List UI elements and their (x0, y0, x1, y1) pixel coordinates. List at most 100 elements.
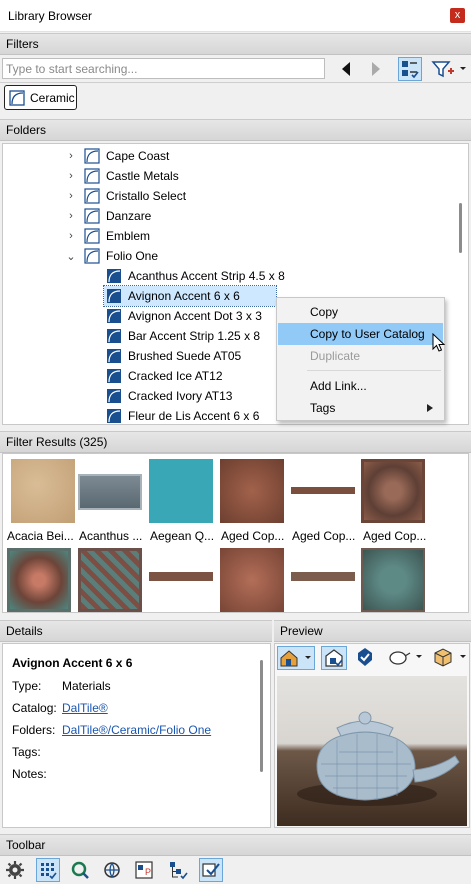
menu-item-add-link[interactable]: Add Link... (278, 375, 443, 397)
sync-globe-icon[interactable] (100, 858, 124, 882)
tree-item-cape-coast[interactable]: › Cape Coast (66, 146, 169, 166)
tree-view-icon[interactable] (166, 858, 190, 882)
result-thumbnail[interactable] (291, 572, 355, 581)
tree-filter-icon[interactable] (398, 57, 422, 81)
result-thumbnail[interactable] (11, 459, 75, 523)
tree-item-label: Cracked Ice AT12 (128, 369, 223, 383)
chevron-right-icon[interactable]: › (66, 190, 76, 202)
result-label: Aegean Q... (150, 529, 215, 543)
submenu-arrow-icon (427, 404, 433, 412)
menu-item-duplicate: Duplicate (310, 349, 361, 363)
close-button[interactable]: x (450, 8, 465, 23)
back-arrow-icon[interactable] (334, 57, 358, 81)
material-icon (107, 349, 121, 363)
forward-arrow-icon[interactable] (364, 57, 388, 81)
grid-view-icon[interactable] (36, 858, 60, 882)
tree-item-label: Brushed Suede AT05 (128, 349, 242, 363)
tree-item-label: Folio One (106, 249, 159, 263)
menu-item-tags[interactable]: Tags (278, 397, 443, 419)
search-input[interactable] (2, 58, 325, 79)
result-label: Aged Cop... (363, 529, 427, 543)
result-thumbnail[interactable] (149, 459, 213, 523)
tile-folder-icon (84, 148, 100, 164)
tree-item-material[interactable]: Bar Accent Strip 1.25 x 8 (106, 326, 260, 346)
bottom-toolbar: P (0, 856, 471, 884)
tree-item-cristallo-select[interactable]: › Cristallo Select (66, 186, 186, 206)
details-catalog-link[interactable]: DalTile® (62, 701, 108, 715)
tree-item-label: Cristallo Select (106, 189, 187, 203)
preview-header[interactable]: Preview (274, 620, 471, 642)
badge-check-icon (358, 648, 372, 666)
result-thumbnail[interactable] (220, 459, 284, 523)
preview-scene-button[interactable] (277, 646, 315, 670)
ceramic-chip-label: Ceramic (30, 90, 75, 105)
settings-gear-icon[interactable] (3, 858, 27, 882)
menu-item-copy-to-user-catalog[interactable]: Copy to User Catalog (278, 323, 443, 345)
details-item-name: Avignon Accent 6 x 6 (12, 656, 133, 670)
material-icon (107, 369, 121, 383)
filters-header[interactable]: Filters (0, 33, 471, 55)
tree-item-material[interactable]: Brushed Suede AT05 (106, 346, 241, 366)
details-header[interactable]: Details (0, 620, 272, 642)
catalog-properties-icon[interactable]: P (132, 858, 156, 882)
tree-item-label: Cape Coast (106, 149, 170, 163)
tree-item-material[interactable]: Fleur de Lis Accent 6 x 6 (106, 406, 260, 424)
chevron-right-icon[interactable]: › (66, 170, 76, 182)
folders-scrollbar[interactable] (459, 203, 462, 253)
details-catalog-key: Catalog: (12, 701, 57, 715)
tree-item-label: Fleur de Lis Accent 6 x 6 (128, 409, 260, 423)
preview-shape-button[interactable] (431, 646, 469, 670)
tree-item-material-selected[interactable]: Avignon Accent 6 x 6 (103, 285, 277, 307)
chevron-down-icon[interactable]: ⌄ (66, 250, 76, 263)
tree-item-folio-one[interactable]: ⌄ Folio One (66, 246, 158, 266)
details-type-value: Materials (62, 679, 111, 693)
tree-item-label: Danzare (106, 209, 152, 223)
details-scrollbar[interactable] (260, 660, 263, 772)
details-type-key: Type: (12, 679, 42, 693)
result-thumbnail[interactable] (78, 474, 142, 510)
tree-item-material[interactable]: Avignon Accent Dot 3 x 3 (106, 306, 262, 326)
chevron-right-icon[interactable]: › (66, 150, 76, 162)
result-thumbnail[interactable] (78, 548, 142, 612)
result-thumbnail[interactable] (361, 459, 425, 523)
preview-badge-button[interactable] (353, 646, 377, 670)
tree-item-emblem[interactable]: › Emblem (66, 226, 150, 246)
tree-item-label: Emblem (106, 229, 151, 243)
tile-folder-icon (84, 188, 100, 204)
result-thumbnail[interactable] (149, 572, 213, 581)
details-panel: Avignon Accent 6 x 6 Type: Materials Cat… (2, 643, 271, 828)
mouse-cursor-icon (432, 333, 446, 352)
tree-item-material[interactable]: Acanthus Accent Strip 4.5 x 8 (106, 266, 288, 286)
tree-item-castle-metals[interactable]: › Castle Metals (66, 166, 179, 186)
preview-materials-button[interactable] (321, 646, 347, 670)
preview-panel (274, 643, 470, 828)
result-thumbnail[interactable] (220, 548, 284, 612)
result-thumbnail[interactable] (361, 548, 425, 612)
tree-item-material[interactable]: Cracked Ice AT12 (106, 366, 223, 386)
select-check-icon[interactable] (199, 858, 223, 882)
add-filter-icon[interactable] (430, 57, 468, 81)
menu-separator (307, 370, 441, 371)
tree-item-label: Avignon Accent Dot 3 x 3 (128, 309, 262, 323)
result-label: Aged Cop... (221, 529, 285, 543)
result-thumbnail[interactable] (291, 487, 355, 494)
filter-results-grid[interactable]: Acacia Bei... Acanthus ... Aegean Q... A… (2, 453, 469, 613)
filter-results-header[interactable]: Filter Results (325) (0, 431, 471, 453)
ceramic-filter-chip[interactable]: Ceramic (4, 85, 77, 110)
tree-item-label: Avignon Accent 6 x 6 (128, 289, 240, 303)
result-thumbnail[interactable] (7, 548, 71, 612)
house-icon (280, 650, 311, 667)
menu-item-copy[interactable]: Copy (278, 301, 443, 323)
result-label: Acacia Bei... (7, 529, 74, 543)
toolbar-header[interactable]: Toolbar (0, 834, 471, 856)
tree-item-danzare[interactable]: › Danzare (66, 206, 151, 226)
chevron-right-icon[interactable]: › (66, 210, 76, 222)
folders-header[interactable]: Folders (0, 119, 471, 141)
window-title: Library Browser (8, 9, 93, 23)
tree-item-material[interactable]: Cracked Ivory AT13 (106, 386, 232, 406)
details-folders-link[interactable]: DalTile®/Ceramic/Folio One (62, 723, 211, 737)
preview-object-button[interactable] (387, 646, 425, 670)
search-refresh-icon[interactable] (68, 858, 92, 882)
tree-item-label: Cracked Ivory AT13 (128, 389, 233, 403)
chevron-right-icon[interactable]: › (66, 230, 76, 242)
